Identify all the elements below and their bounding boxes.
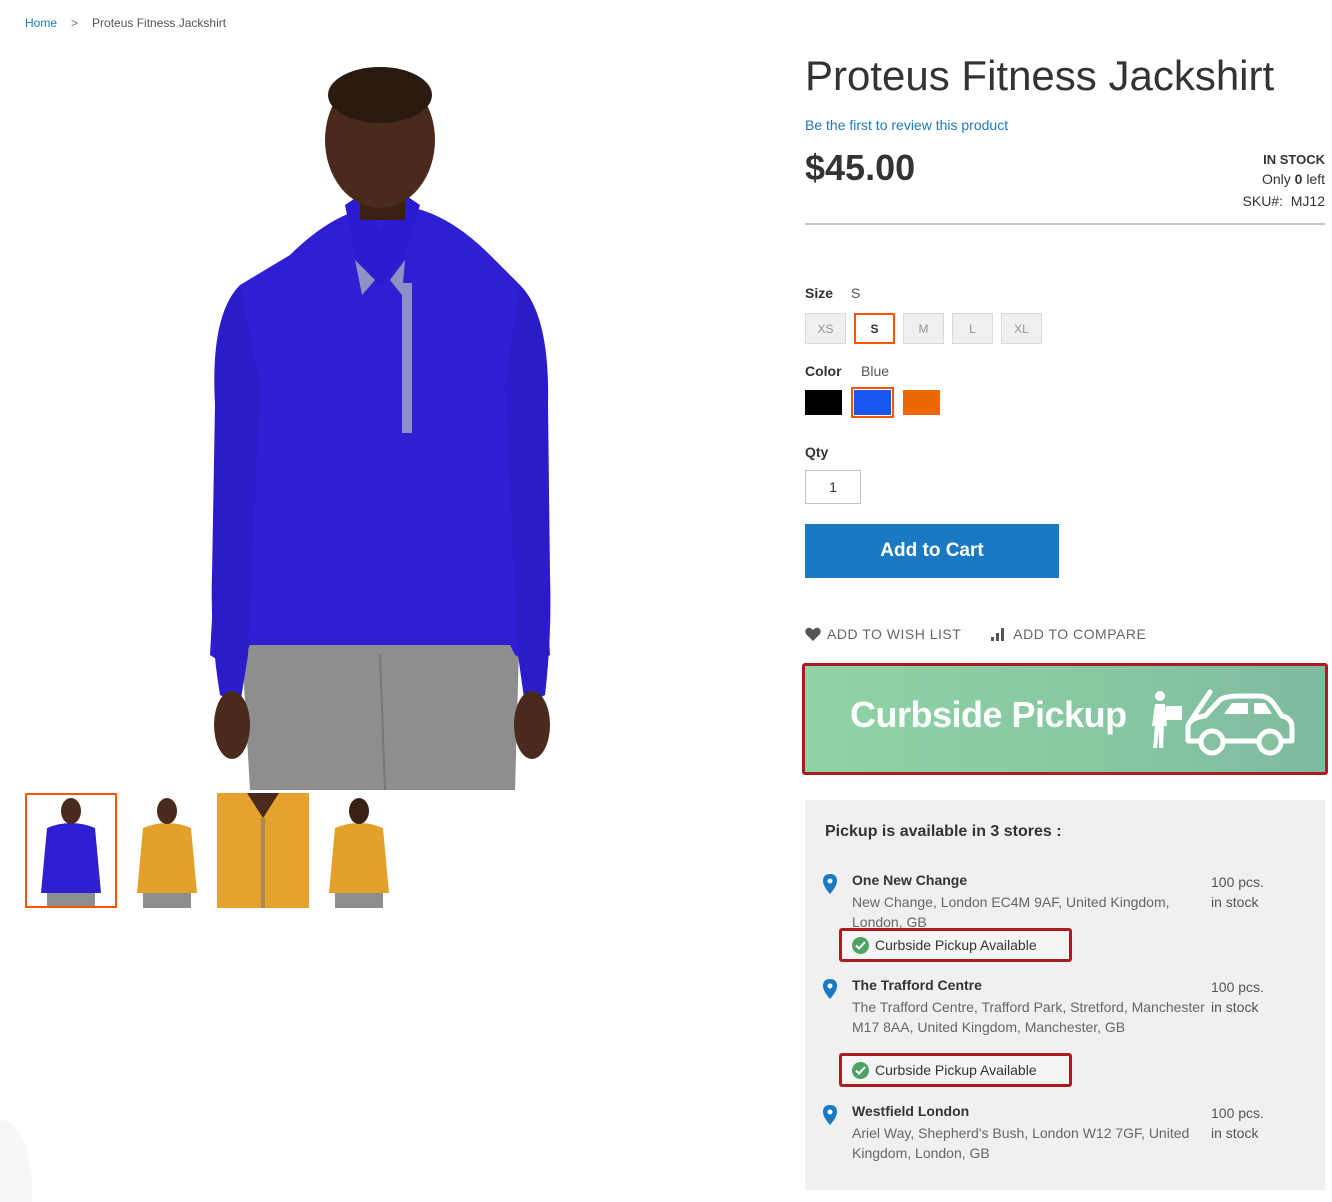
thumbnail-image <box>329 798 389 908</box>
qty-label: Qty <box>805 444 829 460</box>
color-swatch-blue[interactable] <box>851 387 894 418</box>
store-stock-label: in stock <box>1211 1125 1259 1141</box>
size-option-xs[interactable]: XS <box>805 313 846 344</box>
size-label: Size <box>805 285 834 301</box>
add-to-wishlist-label: Add to Wish List <box>827 626 962 642</box>
curbside-available-label: Curbside Pickup Available <box>875 1062 1037 1078</box>
product-actions: Add to Wish List Add to Compare <box>805 626 1146 642</box>
size-option-l[interactable]: L <box>952 313 993 344</box>
store-name: Westfield London <box>852 1103 970 1119</box>
size-selected-value: S <box>851 285 861 301</box>
stock-info: IN STOCK Only 0 left SKU#: MJ12 <box>1243 152 1325 212</box>
store-name: The Trafford Centre <box>852 977 982 993</box>
only-left-suffix: left <box>1306 171 1325 187</box>
breadcrumb-current: Proteus Fitness Jackshirt <box>92 16 227 30</box>
add-to-compare-label: Add to Compare <box>1013 626 1147 642</box>
map-pin-icon <box>823 1105 837 1125</box>
thumbnail-image <box>41 798 101 908</box>
page-title: Proteus Fitness Jackshirt <box>805 52 1275 99</box>
store-item: One New Change New Change, London EC4M 9… <box>823 872 1303 972</box>
thumbnail-image <box>217 793 309 908</box>
store-stock-count: 100 pcs. <box>1211 979 1264 995</box>
thumbnail-strip <box>25 793 405 908</box>
add-to-compare-link[interactable]: Add to Compare <box>991 626 1146 642</box>
store-address: Ariel Way, Shepherd's Bush, London W12 7… <box>852 1125 1190 1161</box>
size-options: XS S M L XL <box>805 313 1042 344</box>
color-selected-value: Blue <box>861 363 890 379</box>
sku: SKU#: MJ12 <box>1243 190 1325 212</box>
store-stock-label: in stock <box>1211 999 1259 1015</box>
store-stock: 100 pcs. in stock <box>1211 977 1291 1017</box>
size-option-xl[interactable]: XL <box>1001 313 1042 344</box>
store-stock: 100 pcs. in stock <box>1211 872 1291 912</box>
breadcrumb: Home > Proteus Fitness Jackshirt <box>25 16 226 30</box>
store-item: The Trafford Centre The Trafford Centre,… <box>823 977 1303 1097</box>
only-left-count: 0 <box>1294 171 1303 187</box>
review-link[interactable]: Be the first to review this product <box>805 117 1008 133</box>
curbside-available-badge: Curbside Pickup Available <box>839 928 1072 962</box>
sku-value: MJ12 <box>1290 193 1325 209</box>
add-to-cart-button[interactable]: Add to Cart <box>805 524 1059 578</box>
pickup-title: Pickup is available in 3 stores : <box>825 823 1062 840</box>
curbside-available-badge: Curbside Pickup Available <box>839 1053 1072 1087</box>
curbside-available-label: Curbside Pickup Available <box>875 937 1037 953</box>
check-circle-icon <box>852 1061 869 1079</box>
map-pin-icon <box>823 979 837 999</box>
pickup-availability-panel: Pickup is available in 3 stores : One Ne… <box>805 800 1325 1190</box>
store-stock-count: 100 pcs. <box>1211 1105 1264 1121</box>
map-pin-icon <box>823 874 837 894</box>
breadcrumb-separator: > <box>71 16 79 30</box>
check-circle-icon <box>852 936 869 954</box>
decorative-corner <box>0 1120 32 1202</box>
bar-chart-icon <box>991 627 1005 641</box>
breadcrumb-home-link[interactable]: Home <box>25 16 57 30</box>
thumbnail-orange-closeup[interactable] <box>217 793 309 908</box>
store-address: The Trafford Centre, Trafford Park, Stre… <box>852 999 1205 1035</box>
person-carrying-box-to-car-icon <box>1152 689 1295 756</box>
curbside-banner-text: Curbside Pickup <box>850 694 1127 735</box>
size-option-s[interactable]: S <box>854 313 895 344</box>
color-swatch-orange[interactable] <box>903 390 940 415</box>
stock-status: IN STOCK <box>1263 152 1325 167</box>
store-address: New Change, London EC4M 9AF, United King… <box>852 894 1170 930</box>
heart-icon <box>805 627 821 641</box>
curbside-pickup-banner: Curbside Pickup <box>802 663 1328 775</box>
thumbnail-orange-front[interactable] <box>121 793 213 908</box>
store-name: One New Change <box>852 872 968 888</box>
main-product-image[interactable] <box>140 55 640 791</box>
qty-input[interactable] <box>805 470 861 504</box>
add-to-wishlist-link[interactable]: Add to Wish List <box>805 626 961 642</box>
store-item: Westfield London Ariel Way, Shepherd's B… <box>823 1103 1303 1173</box>
thumbnail-image <box>137 798 197 908</box>
thumbnail-orange-back[interactable] <box>313 793 405 908</box>
only-left: Only 0 left <box>1243 168 1325 190</box>
store-stock-label: in stock <box>1211 894 1259 910</box>
color-swatch-black[interactable] <box>805 390 842 415</box>
sku-label: SKU#: <box>1242 193 1283 209</box>
size-option-m[interactable]: M <box>903 313 944 344</box>
product-photo <box>210 67 551 791</box>
divider <box>805 223 1325 225</box>
color-label: Color <box>805 363 842 379</box>
color-options <box>805 387 940 418</box>
thumbnail-blue-front[interactable] <box>25 793 117 908</box>
only-left-prefix: Only <box>1261 171 1291 187</box>
product-price: $45.00 <box>805 147 916 188</box>
store-stock-count: 100 pcs. <box>1211 874 1264 890</box>
store-stock: 100 pcs. in stock <box>1211 1103 1291 1143</box>
